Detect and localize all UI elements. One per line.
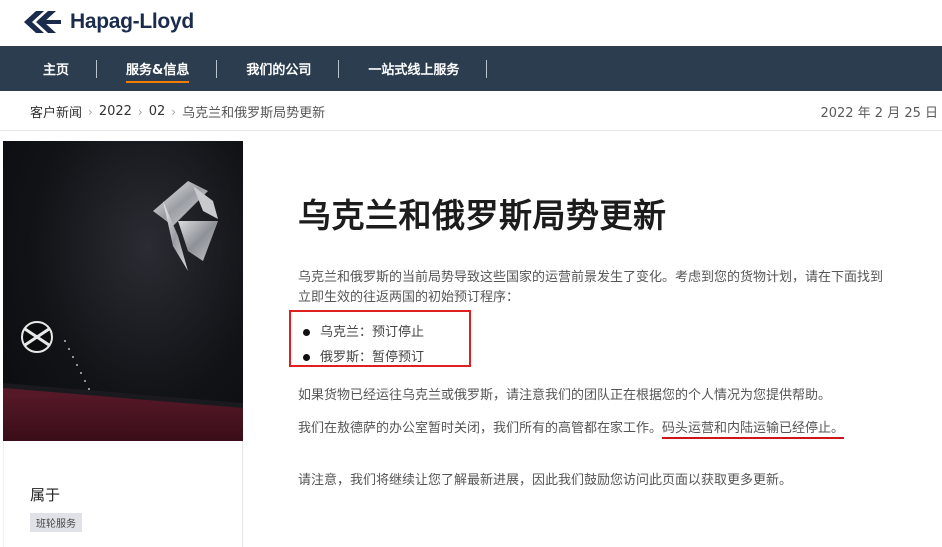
article-paragraph: 如果货物已经运往乌克兰或俄罗斯，请注意我们的团队正在根据您的个人情况为您提供帮助… <box>298 388 832 403</box>
divider <box>0 130 942 131</box>
top-bar: Hapag-Lloyd <box>0 0 942 46</box>
paragraph-text: 我们在敖德萨的办公室暂时关闭，我们所有的高管都在家工作。 <box>298 421 663 436</box>
sidebar-title: 属于 <box>30 486 61 504</box>
nav-item-services-info[interactable]: 服务&信息 <box>126 46 190 91</box>
breadcrumb: 客户新闻 › 2022 › 02 › 乌克兰和俄罗斯局势更新 <box>30 102 325 121</box>
brand-name: Hapag-Lloyd <box>70 10 194 33</box>
breadcrumb-item-customer-news[interactable]: 客户新闻 <box>30 102 82 121</box>
nav-item-online-services[interactable]: 一站式线上服务 <box>368 46 459 91</box>
nav-item-our-company[interactable]: 我们的公司 <box>246 46 311 91</box>
publish-date: 2022 年 2 月 25 日 <box>820 106 938 121</box>
brand-logo[interactable]: Hapag-Lloyd <box>22 9 194 35</box>
nav-separator <box>96 59 98 78</box>
category-tag[interactable]: 班轮服务 <box>30 513 82 532</box>
nav-separator <box>216 59 218 78</box>
chevron-right-icon: › <box>171 104 177 119</box>
list-item: 乌克兰：预订停止 <box>298 320 424 345</box>
article-paragraph: 请注意，我们将继续让您了解最新进展，因此我们鼓励您访问此页面以获取更多更新。 <box>298 473 793 488</box>
sidebar-panel: 属于 班轮服务 <box>3 441 243 547</box>
chevron-right-icon: › <box>137 104 143 119</box>
chevron-right-icon: › <box>88 104 93 119</box>
ship-hull-image <box>3 181 243 441</box>
nav-separator <box>338 59 340 78</box>
nav-separator <box>486 59 488 78</box>
article: 乌克兰和俄罗斯局势更新 乌克兰和俄罗斯的当前局势导致这些国家的运营前景发生了变化… <box>289 190 898 488</box>
hapag-lloyd-logo-icon <box>24 11 61 33</box>
breadcrumb-item-current: 乌克兰和俄罗斯局势更新 <box>182 106 326 121</box>
article-paragraph: 乌克兰和俄罗斯的当前局势导致这些国家的运营前景发生了变化。考虑到您的货物计划，请… <box>298 270 884 305</box>
list-item: 俄罗斯：暂停预订 <box>298 345 424 370</box>
breadcrumb-item-year[interactable]: 2022 <box>99 104 132 119</box>
breadcrumb-item-month[interactable]: 02 <box>149 104 166 119</box>
article-paragraph: 我们在敖德萨的办公室暂时关闭，我们所有的高管都在家工作。码头运营和内陆运输已经停… <box>298 419 898 439</box>
article-title: 乌克兰和俄罗斯局势更新 <box>298 196 667 235</box>
booking-status-list: 乌克兰：预订停止 俄罗斯：暂停预订 <box>298 320 424 370</box>
nav-item-home[interactable]: 主页 <box>43 46 69 91</box>
main-nav: 主页 服务&信息 我们的公司 一站式线上服务 <box>0 46 942 91</box>
hero-image <box>3 141 243 441</box>
annotation-underlined-text: 码头运营和内陆运输已经停止。 <box>662 421 845 439</box>
